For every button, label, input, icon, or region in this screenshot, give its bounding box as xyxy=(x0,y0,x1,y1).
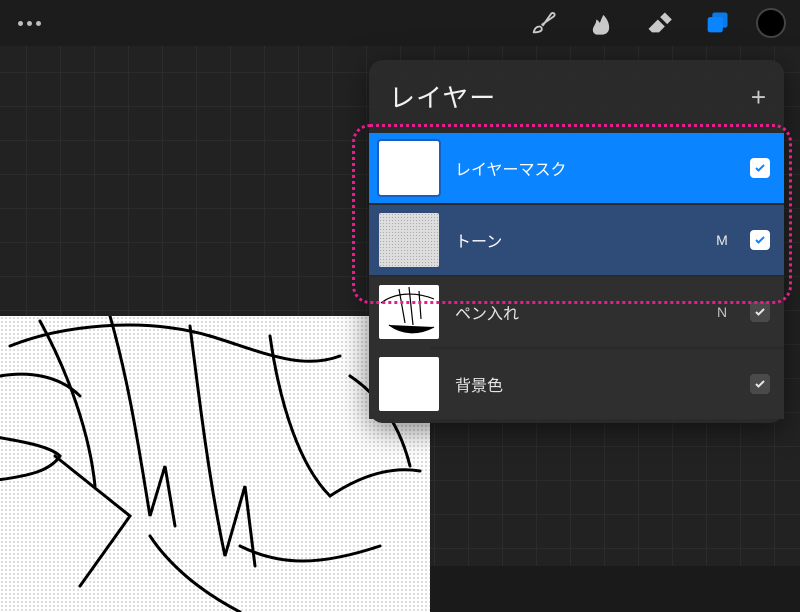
layers-panel-title: レイヤー xyxy=(389,78,496,115)
layers-button[interactable] xyxy=(688,0,746,46)
layer-blend-label: M xyxy=(714,232,730,248)
menu-button[interactable] xyxy=(18,21,41,26)
layer-visibility-checkbox[interactable] xyxy=(750,230,770,250)
layers-icon xyxy=(703,9,731,37)
layer-visibility-checkbox[interactable] xyxy=(750,158,770,178)
layers-panel: レイヤー + レイヤーマスク トーン M xyxy=(369,60,784,423)
layer-name-label: 背景色 xyxy=(455,372,698,396)
check-icon xyxy=(754,306,766,318)
layer-thumbnail xyxy=(379,141,439,195)
ellipsis-icon xyxy=(36,21,41,26)
eraser-icon xyxy=(645,9,673,37)
layer-thumbnail xyxy=(379,285,439,339)
layer-visibility-checkbox[interactable] xyxy=(750,374,770,394)
layer-list: レイヤーマスク トーン M ペン入れ N xyxy=(369,133,784,419)
artwork-canvas[interactable] xyxy=(0,316,430,612)
layer-name-label: レイヤーマスク xyxy=(455,156,698,180)
smudge-icon xyxy=(587,9,615,37)
top-toolbar xyxy=(0,0,800,46)
layer-row[interactable]: レイヤーマスク xyxy=(369,133,784,203)
layer-thumbnail xyxy=(379,213,439,267)
brush-icon xyxy=(529,9,557,37)
brush-tool-button[interactable] xyxy=(514,0,572,46)
check-icon xyxy=(754,378,766,390)
layer-name-label: ペン入れ xyxy=(455,300,698,324)
ellipsis-icon xyxy=(18,21,23,26)
layer-thumbnail xyxy=(379,357,439,411)
layer-blend-label: N xyxy=(714,304,730,320)
add-layer-button[interactable]: + xyxy=(751,84,766,110)
layers-panel-header: レイヤー + xyxy=(369,60,784,133)
eraser-tool-button[interactable] xyxy=(630,0,688,46)
ellipsis-icon xyxy=(27,21,32,26)
layer-row[interactable]: ペン入れ N xyxy=(369,277,784,347)
line-art xyxy=(0,316,430,612)
layer-row[interactable]: 背景色 xyxy=(369,349,784,419)
color-swatch-button[interactable] xyxy=(756,8,786,38)
layer-name-label: トーン xyxy=(455,228,698,252)
check-icon xyxy=(754,162,766,174)
layer-row[interactable]: トーン M xyxy=(369,205,784,275)
smudge-tool-button[interactable] xyxy=(572,0,630,46)
check-icon xyxy=(754,234,766,246)
layer-visibility-checkbox[interactable] xyxy=(750,302,770,322)
